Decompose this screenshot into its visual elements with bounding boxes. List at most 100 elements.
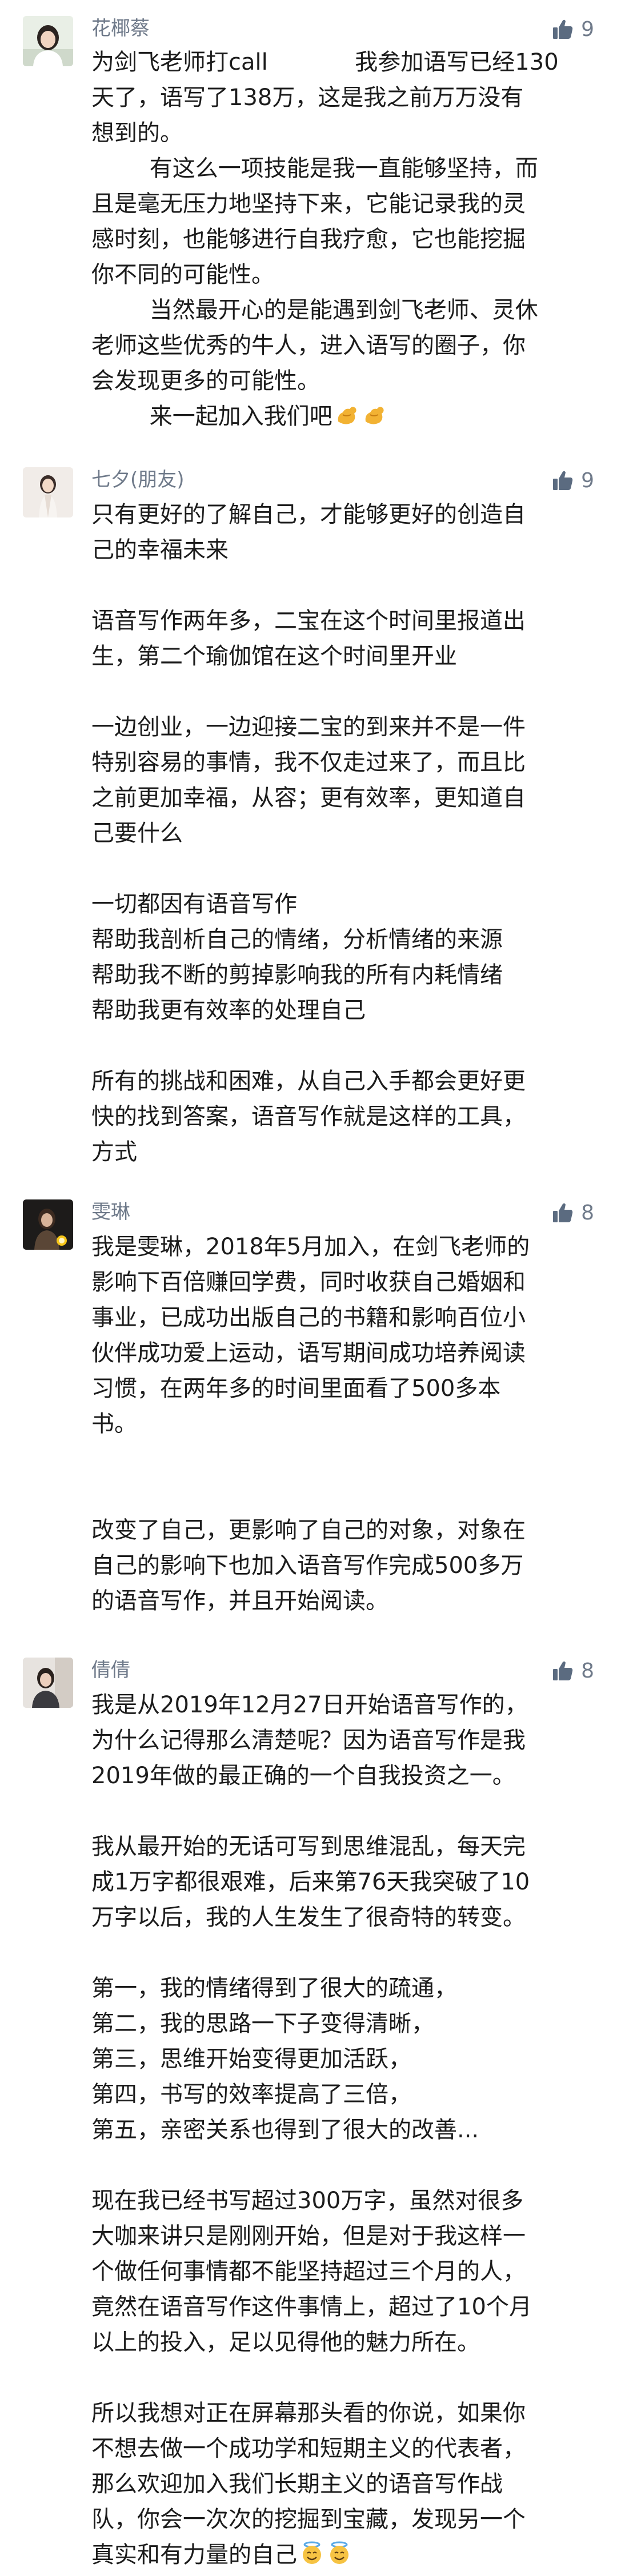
comment-line: 快的找到答案，语音写作就是这样的工具， [91,1104,526,1130]
comment-line: 我是从2019年12月27日开始语音写作的， [91,1692,528,1718]
comment-line: 方式 [91,1139,137,1165]
comment-line [91,674,582,709]
thumbs-up-icon [553,1661,573,1680]
comment-body: 我是从2019年12月27日开始语音写作的， 为什么记得那么清楚呢？因为语音写作… [91,1687,582,2576]
like-count: 8 [581,1201,594,1225]
avatar-woman-photo-icon [23,467,73,517]
comment-line: 的语音写作，并且开始阅读。 [91,1588,388,1614]
like-button[interactable]: 8 [551,1201,594,1226]
comment-line: 己要什么 [91,820,183,846]
comment-line [91,2148,582,2183]
comment-line: 个做任何事情都不能坚持超过三个月的人， [91,2258,526,2285]
avatar-woman-photo-icon [23,1658,73,1708]
comment-line: 书。 [91,1411,137,1437]
comment-line: 感时刻，也能够进行自我疗愈，它也能挖掘 [91,226,526,252]
comment-line: 伙伴成功爱上运动，语写期间成功培养阅读 [91,1340,526,1366]
comment-line [91,1793,582,1829]
avatar-woman-dark-photo-icon [23,1199,73,1250]
thumbs-up-icon [553,19,573,39]
avatar-woman-photo-icon [23,16,73,66]
comment-line: 会发现更多的可能性。 [91,368,320,394]
thumbs-up-icon [553,471,573,490]
comment-line [91,568,582,603]
comment-line [91,1477,582,1512]
comment-line: 有这么一项技能是我一直能够坚持，而 [91,155,538,182]
comment-line: 2019年做的最正确的一个自我投资之一。 [91,1763,515,1789]
comment-line: 事业，已成功出版自己的书籍和影响百位小 [91,1305,526,1331]
comment-line: 竟然在语音写作这件事情上，超过了10个月 [91,2294,532,2320]
comment-line: 影响下百倍赚回学费，同时收获自己婚姻和 [91,1269,526,1295]
comment-line: 天了，语写了138万，这是我之前万万没有 [91,85,524,111]
comment-line: 自己的影响下也加入语音写作完成500多万 [91,1552,524,1579]
thumbs-up-icon [553,1203,573,1222]
comment-card: 七夕(朋友) 9 只有更好的了解自己，才能够更好的创造自 己的幸福未来 语音写作… [0,467,617,1175]
comment-line [91,1442,582,1477]
avatar[interactable] [23,1199,73,1250]
avatar[interactable] [23,1658,73,1708]
comment-line [91,2360,582,2396]
comment-line: 想到的。 [91,120,183,146]
comment-line: 我是雯琳，2018年5月加入，在剑飞老师的 [91,1234,530,1260]
comment-author[interactable]: 雯琳 [91,1199,130,1225]
comment-line: 第五，亲密关系也得到了很大的改善... [91,2117,479,2143]
comment-line: 且是毫无压力地坚持下来，它能记录我的灵 [91,191,526,217]
comment-line: 为什么记得那么清楚呢？因为语音写作是我 [91,1727,526,1754]
comment-line: 习惯，在两年多的时间里面看了500多本 [91,1375,501,1402]
like-button[interactable]: 8 [551,1659,594,1684]
comment-line: 一边创业，一边迎接二宝的到来并不是一件 [91,714,526,740]
comment-author[interactable]: 花椰蔡 [91,16,150,41]
comment-line: 之前更加幸福，从容；更有效率，更知道自 [91,785,526,811]
comment-line: 帮助我不断的剪掉影响我的所有内耗情绪 [91,962,503,988]
smiling-face-with-halo-icon [299,2541,324,2576]
avatar[interactable] [23,16,73,66]
comment-line: 以上的投入，足以见得他的魅力所在。 [91,2329,480,2356]
comment-line: 所以我想对正在屏幕那头看的你说，如果你 [91,2400,526,2426]
comment-line: 那么欢迎加入我们长期主义的语音写作战 [91,2471,503,2497]
comment-body: 为剑飞老师打call 我参加语写已经130 天了，语写了138万，这是我之前万万… [91,45,582,438]
comment-line: 特别容易的事情，我不仅走过来了，而且比 [91,749,526,776]
comment-line: 所有的挑战和困难，从自己入手都会更好更 [91,1068,526,1094]
flexed-biceps-icon [362,402,387,438]
comment-line: 语音写作两年多，二宝在这个时间里报道出 [91,608,526,634]
like-button[interactable]: 9 [551,468,594,493]
comment-card: 花椰蔡 9 为剑飞老师打call 我参加语写已经130 天了，语写了138万，这… [0,16,617,430]
comment-line: 只有更好的了解自己，才能够更好的创造自 [91,501,526,528]
comment-line: 现在我已经书写超过300万字，虽然对很多 [91,2188,524,2214]
comment-line: 我从最开始的无话可写到思维混乱，每天完 [91,1833,526,1860]
comment-line [91,1935,582,1971]
like-count: 9 [581,469,594,492]
comment-author[interactable]: 七夕(朋友) [91,467,185,492]
like-count: 8 [581,1659,594,1683]
comment-line: 己的幸福未来 [91,537,229,563]
comment-line: 当然最开心的是能遇到剑飞老师、灵休 [91,297,538,323]
comment-author[interactable]: 倩倩 [91,1658,130,1683]
comment-line [91,851,582,886]
comment-line: 你不同的可能性。 [91,262,274,288]
comment-card: 倩倩 8 我是从2019年12月27日开始语音写作的， 为什么记得那么清楚呢？因… [0,1658,617,2571]
comment-line: 生，第二个瑜伽馆在这个时间里开业 [91,643,457,669]
comment-line [91,1028,582,1064]
comment-line: 第二，我的思路一下子变得清晰， [91,2011,434,2037]
like-count: 9 [581,18,594,41]
comment-line: 不想去做一个成功学和短期主义的代表者， [91,2435,526,2462]
comment-line: 一切都因有语音写作 [91,891,297,917]
comment-line: 帮助我剖析自己的情绪，分析情绪的来源 [91,926,503,953]
avatar[interactable] [23,467,73,517]
comment-line-text: 来一起加入我们吧 [91,403,332,430]
comment-line: 第四，书写的效率提高了三倍， [91,2081,411,2108]
comment-line: 第一，我的情绪得到了很大的疏通， [91,1975,457,2001]
smiling-face-with-halo-icon [327,2541,352,2576]
comment-line: 万字以后，我的人生发生了很奇特的转变。 [91,1904,526,1931]
comment-line: 队，你会一次次的挖掘到宝藏，发现另一个 [91,2506,526,2533]
comment-line: 帮助我更有效率的处理自己 [91,997,366,1024]
comment-line-text: 真实和有力量的自己 [91,2542,297,2568]
comment-body: 我是雯琳，2018年5月加入，在剑飞老师的 影响下百倍赚回学费，同时收获自己婚姻… [91,1229,582,1619]
like-button[interactable]: 9 [551,17,594,42]
comment-line-last: 真实和有力量的自己 [91,2537,582,2576]
comment-line: 第三，思维开始变得更加活跃， [91,2046,411,2072]
comment-line: 为剑飞老师打call 我参加语写已经130 [91,49,559,75]
comment-body: 只有更好的了解自己，才能够更好的创造自 己的幸福未来 语音写作两年多，二宝在这个… [91,497,582,1170]
comment-card: 雯琳 8 我是雯琳，2018年5月加入，在剑飞老师的 影响下百倍赚回学费，同时收… [0,1199,617,1622]
flexed-biceps-icon [335,402,360,438]
comment-line: 老师这些优秀的牛人，进入语写的圈子，你 [91,332,526,359]
